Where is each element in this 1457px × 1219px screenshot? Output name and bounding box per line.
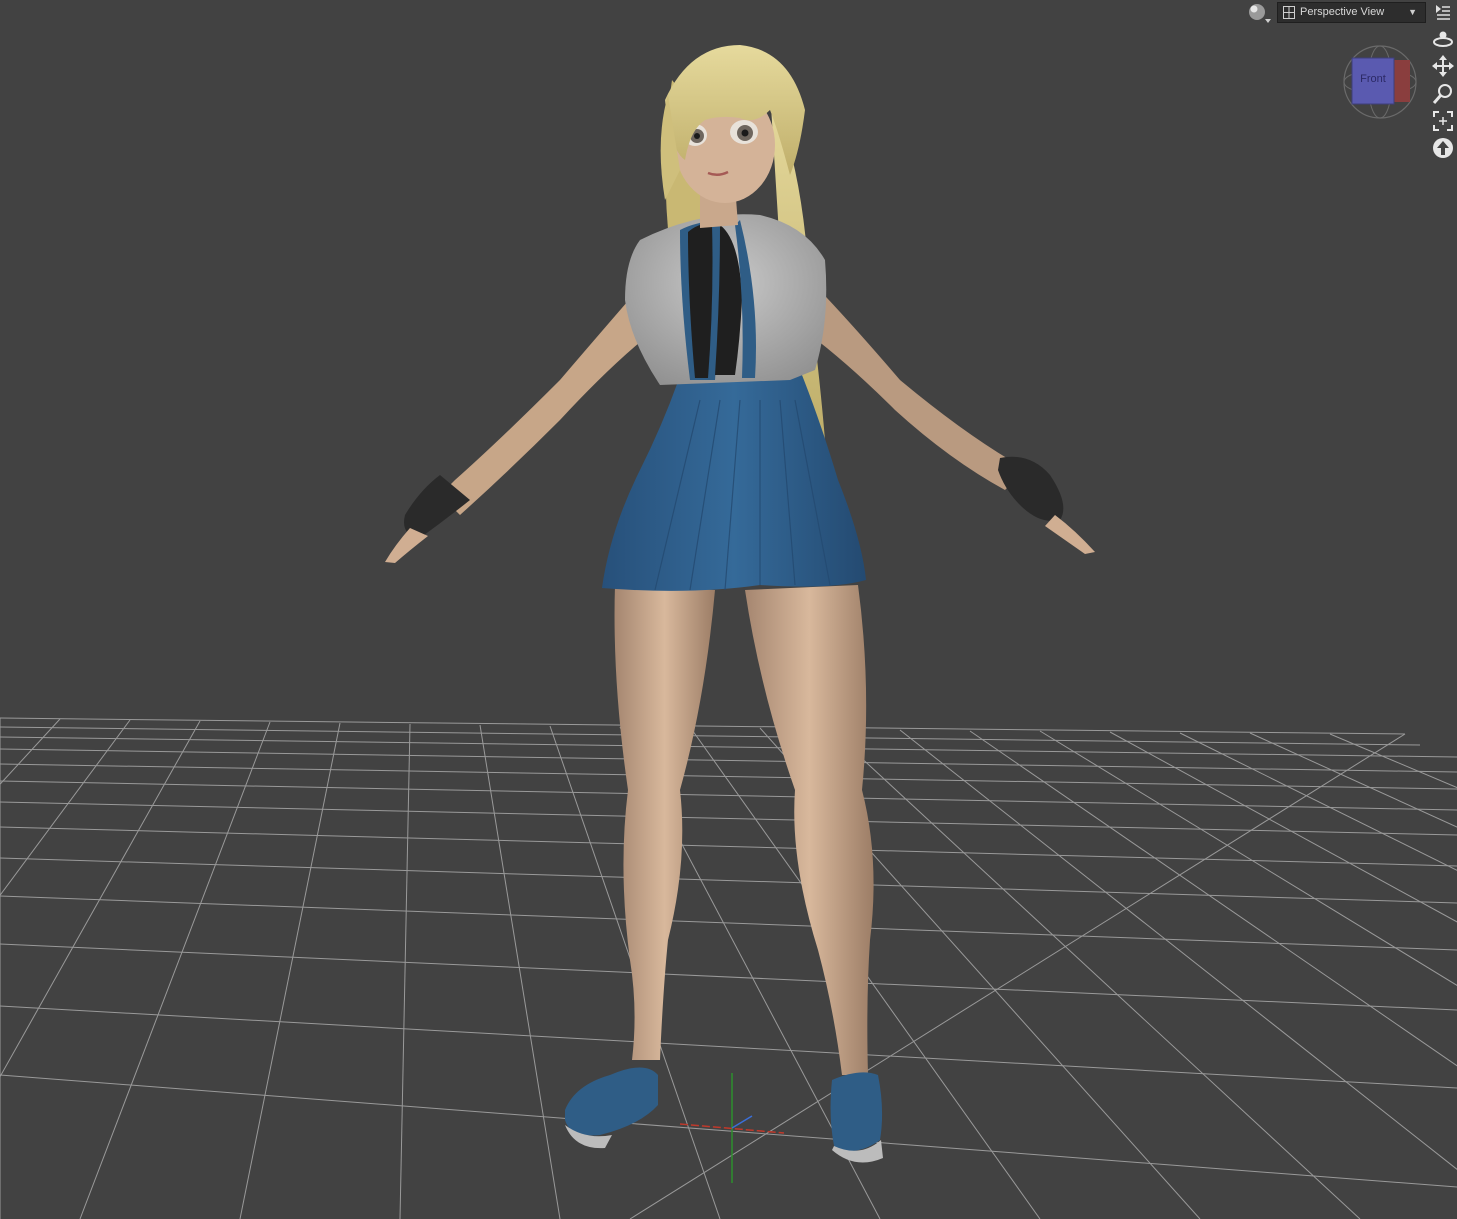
shading-sphere-icon [1249,4,1271,23]
frame-icon [1433,111,1453,131]
draw-style-button[interactable] [1246,2,1274,24]
pane-menu-button[interactable] [1433,2,1453,22]
orbit-icon [1433,31,1453,47]
aim-icon [1433,138,1453,158]
frame-tool[interactable] [1432,110,1454,132]
pan-icon [1432,55,1454,77]
pane-menu-icon [1436,5,1450,20]
camera-icon [1283,6,1295,19]
aim-tool[interactable] [1432,137,1454,159]
3d-viewport[interactable]: Perspective View ▼ Front [0,0,1457,1219]
scene-canvas[interactable] [0,0,1457,1219]
zoom-icon [1432,84,1452,104]
orbit-tool[interactable] [1432,28,1454,50]
pan-tool[interactable] [1432,55,1454,77]
chevron-down-icon: ▼ [1408,7,1417,17]
view-selector-label: Perspective View [1300,6,1385,18]
view-selector-dropdown[interactable]: Perspective View ▼ [1277,2,1426,23]
zoom-tool[interactable] [1432,83,1454,105]
view-cube-face-label: Front [1360,73,1386,85]
ground-grid [0,717,1457,1219]
